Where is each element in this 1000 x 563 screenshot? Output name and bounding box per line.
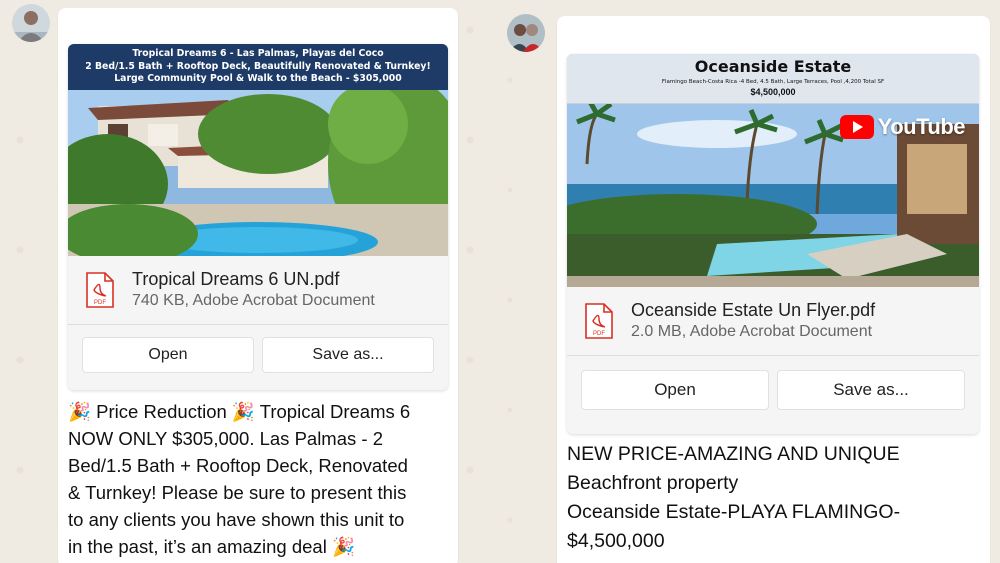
message-bubble: Oceanside Estate Flamingo Beach-Costa Ri… <box>557 16 990 563</box>
file-name: Tropical Dreams 6 UN.pdf <box>132 269 340 289</box>
message-line: $4,500,000 <box>567 530 665 552</box>
file-name: Oceanside Estate Un Flyer.pdf <box>631 300 876 320</box>
message-line: NEW PRICE-AMAZING AND UNIQUE <box>567 443 900 465</box>
message-line: 🎉 Price Reduction 🎉 Tropical Dreams 6 <box>68 401 411 422</box>
message-line: to any clients you have shown this unit … <box>68 509 405 530</box>
file-info[interactable]: PDF Oceanside Estate Un Flyer.pdf 2.0 MB… <box>567 287 979 355</box>
message-line: Beachfront property <box>567 472 739 494</box>
open-button[interactable]: Open <box>82 337 254 373</box>
message-line: in the past, it’s an amazing deal 🎉 <box>68 536 355 557</box>
preview-subtitle: Flamingo Beach-Costa Rica -4 Bed, 4.5 Ba… <box>661 79 885 85</box>
preview-header: Oceanside Estate Flamingo Beach-Costa Ri… <box>567 54 979 104</box>
svg-text:PDF: PDF <box>593 331 605 337</box>
preview-title: Oceanside Estate <box>694 57 852 76</box>
save-as-button[interactable]: Save as... <box>262 337 434 373</box>
message-text: NEW PRICE-AMAZING AND UNIQUE Beachfront … <box>567 440 987 556</box>
file-attachment-card[interactable]: Tropical Dreams 6 - Las Palmas, Playas d… <box>68 44 448 390</box>
file-meta: 740 KB, Adobe Acrobat Document <box>132 292 375 309</box>
youtube-wordmark: YouTube <box>877 114 966 139</box>
sender-avatar[interactable] <box>507 14 545 52</box>
message-line: Oceanside Estate-PLAYA FLAMINGO- <box>567 501 901 523</box>
file-preview-image[interactable]: Tropical Dreams 6 - Las Palmas, Playas d… <box>68 44 448 256</box>
message-bubble: Tropical Dreams 6 - Las Palmas, Playas d… <box>58 8 458 563</box>
pdf-icon: PDF <box>86 272 114 308</box>
svg-text:PDF: PDF <box>94 300 106 306</box>
message-line: & Turnkey! Please be sure to present thi… <box>68 482 407 503</box>
banner-line: Large Community Pool & Walk to the Beach… <box>114 73 402 84</box>
youtube-play-icon <box>839 115 874 139</box>
open-button[interactable]: Open <box>581 370 769 410</box>
file-attachment-card[interactable]: Oceanside Estate Flamingo Beach-Costa Ri… <box>567 54 979 434</box>
file-preview-image[interactable]: Oceanside Estate Flamingo Beach-Costa Ri… <box>567 54 979 287</box>
preview-price: $4,500,000 <box>750 87 796 97</box>
file-actions: Open Save as... <box>567 356 979 424</box>
banner-line: 2 Bed/1.5 Bath + Rooftop Deck, Beautiful… <box>85 60 431 72</box>
preview-banner: Tropical Dreams 6 - Las Palmas, Playas d… <box>68 44 448 90</box>
sender-avatar[interactable] <box>12 4 50 42</box>
save-as-button[interactable]: Save as... <box>777 370 965 410</box>
youtube-logo: YouTube <box>839 114 966 140</box>
file-meta: 2.0 MB, Adobe Acrobat Document <box>631 323 873 340</box>
file-actions: Open Save as... <box>68 325 448 385</box>
banner-line: Tropical Dreams 6 - Las Palmas, Playas d… <box>132 48 384 59</box>
pdf-icon: PDF <box>585 303 613 339</box>
file-info[interactable]: PDF Tropical Dreams 6 UN.pdf 740 KB, Ado… <box>68 256 448 324</box>
message-text: 🎉 Price Reduction 🎉 Tropical Dreams 6 NO… <box>68 398 453 560</box>
message-line: Bed/1.5 Bath + Rooftop Deck, Renovated <box>68 455 408 476</box>
message-line: NOW ONLY $305,000. Las Palmas - 2 <box>68 428 383 449</box>
